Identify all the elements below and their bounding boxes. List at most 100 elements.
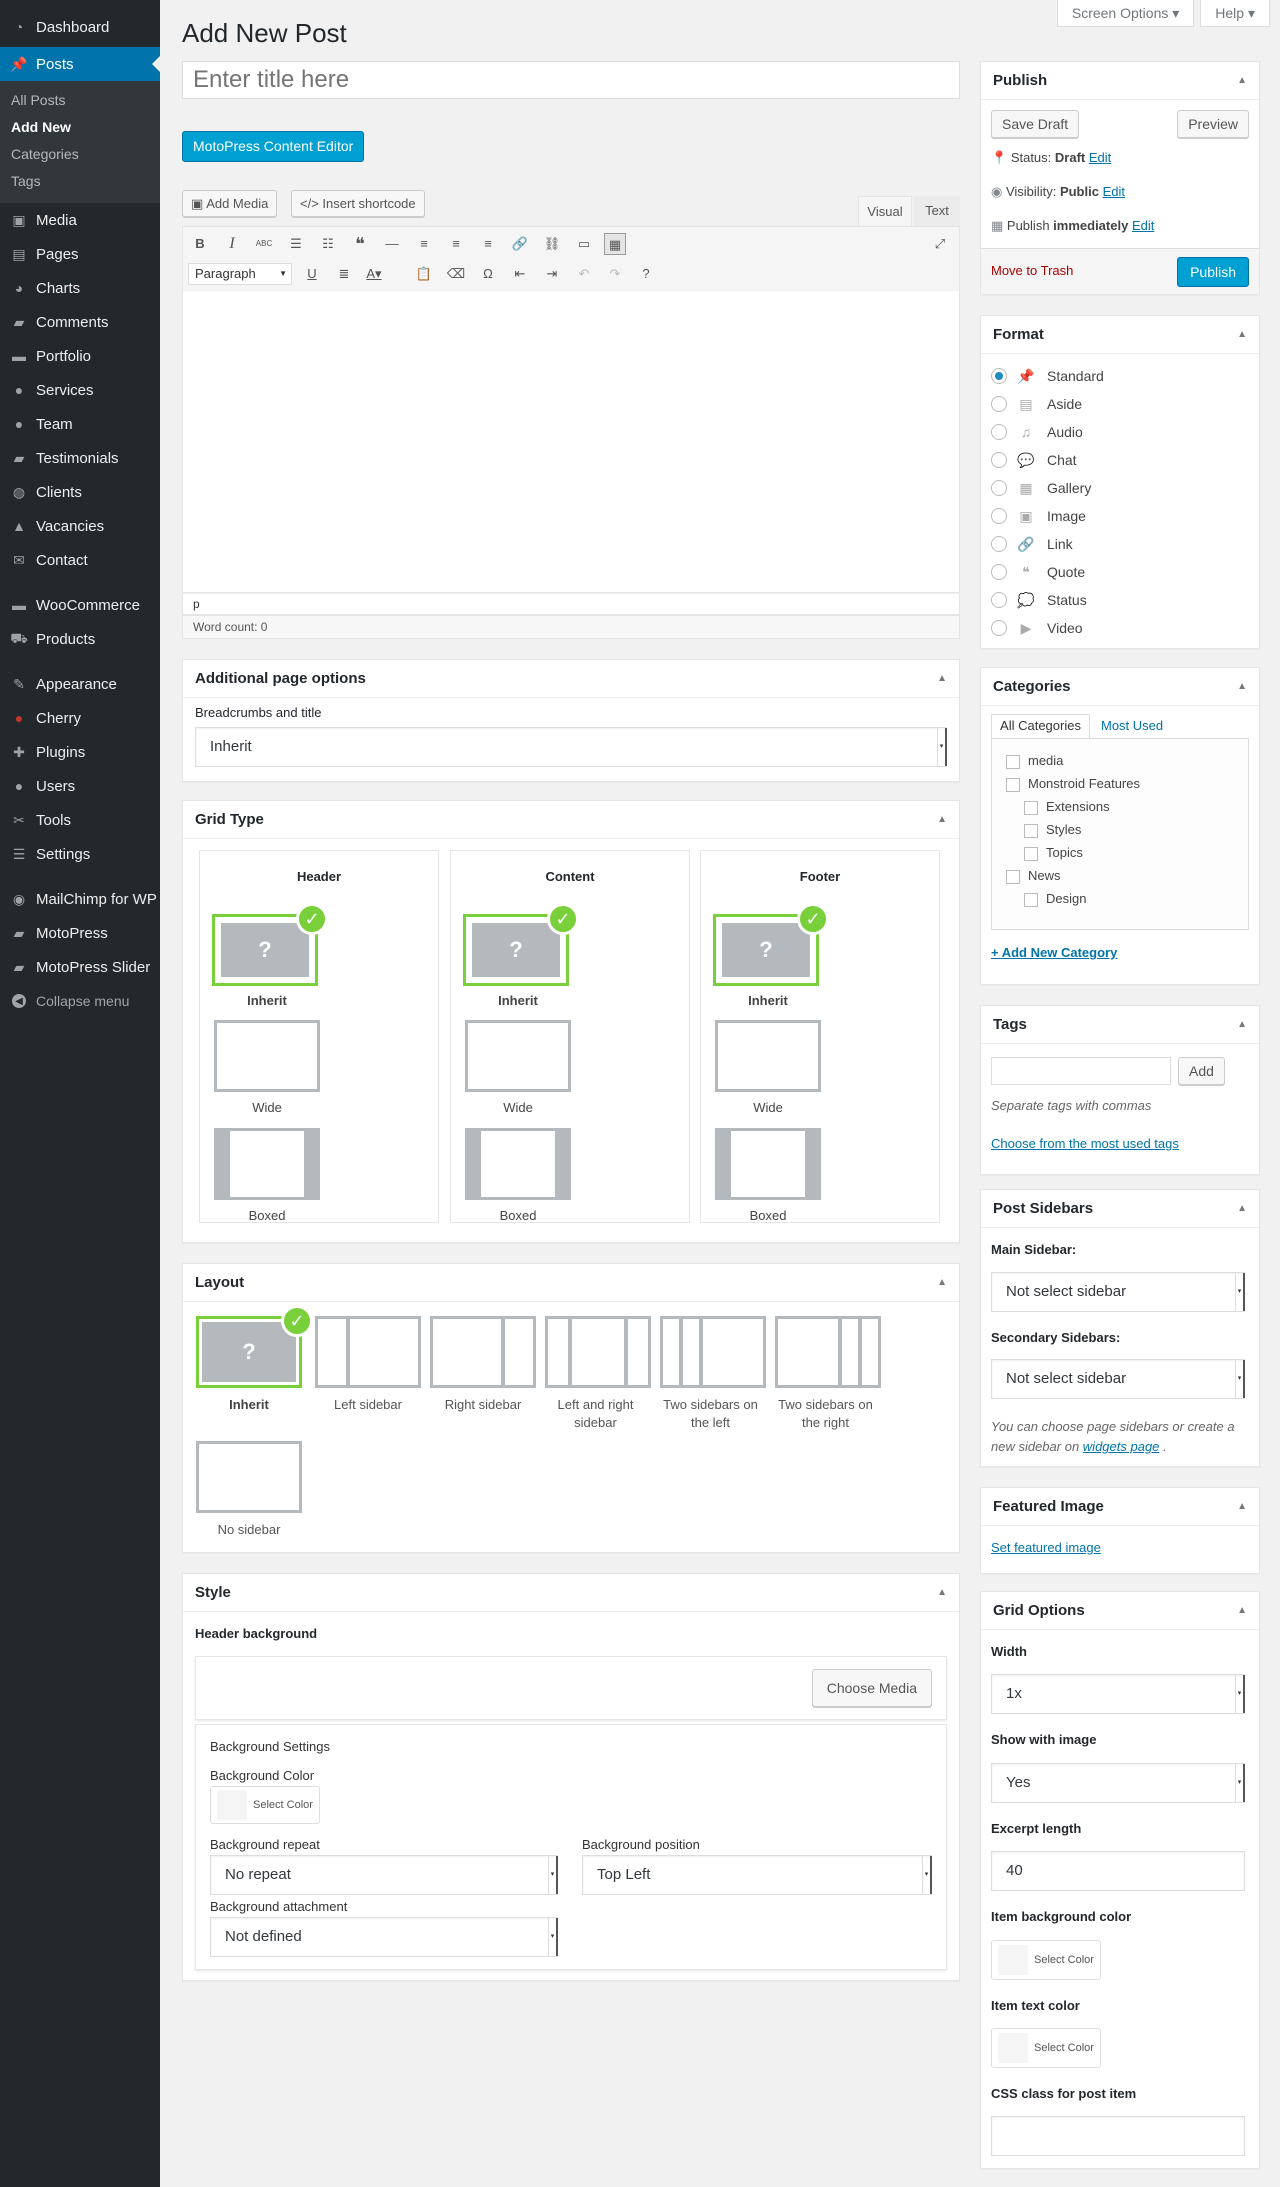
category-item[interactable]: Styles (1006, 818, 1234, 841)
grid-footer-boxed-option[interactable] (715, 1128, 821, 1200)
submenu-all-posts[interactable]: All Posts (0, 87, 160, 114)
width-select[interactable]: 1x ▾ (991, 1674, 1245, 1714)
radio-button[interactable] (991, 536, 1007, 552)
toggle-icon[interactable]: ▲ (937, 1264, 947, 1302)
category-item[interactable]: News (1006, 864, 1234, 887)
toggle-icon[interactable]: ▲ (1237, 1006, 1247, 1044)
justify-icon[interactable]: ≣ (333, 263, 355, 285)
align-left-icon[interactable]: ≡ (413, 233, 435, 255)
format-option-quote[interactable]: ❝ Quote (991, 558, 1104, 586)
menu-comments[interactable]: ▰ Comments (0, 305, 160, 339)
grid-footer-wide-option[interactable] (715, 1020, 821, 1092)
bg-color-picker[interactable]: Select Color (210, 1786, 320, 1824)
menu-tools[interactable]: ✂ Tools (0, 803, 160, 837)
tag-input[interactable] (991, 1057, 1171, 1085)
paragraph-format-select[interactable]: Paragraph ▼ (188, 263, 292, 285)
grid-content-boxed-option[interactable] (465, 1128, 571, 1200)
menu-posts[interactable]: 📌 Posts (0, 47, 160, 81)
menu-clients[interactable]: ◍ Clients (0, 475, 160, 509)
format-option-audio[interactable]: ♫ Audio (991, 418, 1104, 446)
format-option-standard[interactable]: 📌 Standard (991, 362, 1104, 390)
add-tag-button[interactable]: Add (1178, 1057, 1225, 1085)
categories-title[interactable]: Categories ▲ (981, 668, 1259, 706)
screen-options-button[interactable]: Screen Options ▾ (1056, 0, 1195, 27)
main-sidebar-select[interactable]: Not select sidebar ▾ (991, 1272, 1245, 1312)
save-draft-button[interactable]: Save Draft (991, 110, 1080, 138)
toggle-icon[interactable]: ▲ (1237, 668, 1247, 706)
submenu-tags[interactable]: Tags (0, 168, 160, 195)
format-option-link[interactable]: 🔗 Link (991, 530, 1104, 558)
grid-type-title[interactable]: Grid Type ▲ (183, 801, 959, 839)
checkbox[interactable] (1024, 800, 1038, 815)
bg-repeat-select[interactable]: No repeat ▾ (210, 1855, 558, 1895)
link-icon[interactable]: 🔗 (509, 233, 531, 255)
grid-content-wide-option[interactable] (465, 1020, 571, 1092)
post-sidebars-title[interactable]: Post Sidebars ▲ (981, 1190, 1259, 1228)
format-option-aside[interactable]: ▤ Aside (991, 390, 1104, 418)
menu-mailchimp[interactable]: ◉ MailChimp for WP (0, 882, 160, 916)
toggle-icon[interactable]: ▲ (1237, 1488, 1247, 1526)
help-button[interactable]: Help ▾ (1200, 0, 1270, 27)
category-item[interactable]: Extensions (1006, 795, 1234, 818)
edit-status-link[interactable]: Edit (1089, 150, 1111, 165)
grid-options-title[interactable]: Grid Options ▲ (981, 1592, 1259, 1630)
special-char-icon[interactable]: Ω (477, 263, 499, 285)
menu-cherry[interactable]: ● Cherry (0, 701, 160, 735)
category-item[interactable]: Topics (1006, 841, 1234, 864)
publish-title[interactable]: Publish ▲ (981, 62, 1259, 100)
move-to-trash-link[interactable]: Move to Trash (991, 263, 1073, 278)
numbered-list-icon[interactable]: ☷ (317, 233, 339, 255)
layout-left-right-sidebar-option[interactable] (545, 1316, 651, 1388)
radio-button[interactable] (991, 480, 1007, 496)
preview-button[interactable]: Preview (1177, 110, 1249, 138)
format-option-image[interactable]: ▣ Image (991, 502, 1104, 530)
menu-vacancies[interactable]: ▲ Vacancies (0, 509, 160, 543)
breadcrumbs-select[interactable]: Inherit ▾ (195, 727, 947, 767)
italic-icon[interactable]: I (221, 233, 243, 255)
menu-settings[interactable]: ☰ Settings (0, 837, 160, 871)
radio-button[interactable] (991, 368, 1007, 384)
secondary-sidebar-select[interactable]: Not select sidebar ▾ (991, 1359, 1245, 1399)
help-icon[interactable]: ? (635, 263, 657, 285)
radio-button[interactable] (991, 396, 1007, 412)
tab-most-used[interactable]: Most Used (1095, 714, 1163, 738)
blockquote-icon[interactable]: ❝ (349, 233, 371, 255)
grid-header-boxed-option[interactable] (214, 1128, 320, 1200)
featured-image-title[interactable]: Featured Image ▲ (981, 1488, 1259, 1526)
motopress-editor-button[interactable]: MotoPress Content Editor (182, 131, 365, 162)
bullet-list-icon[interactable]: ☰ (285, 233, 307, 255)
format-title[interactable]: Format ▲ (981, 316, 1259, 354)
item-bg-color-picker[interactable]: Select Color (991, 1940, 1101, 1980)
radio-button[interactable] (991, 452, 1007, 468)
checkbox[interactable] (1006, 754, 1020, 769)
menu-testimonials[interactable]: ▰ Testimonials (0, 441, 160, 475)
fullscreen-icon[interactable]: ⤢ (929, 233, 951, 255)
paste-text-icon[interactable]: 📋 (413, 263, 435, 285)
category-item[interactable]: Monstroid Features (1006, 772, 1234, 795)
radio-button[interactable] (991, 424, 1007, 440)
tags-title[interactable]: Tags ▲ (981, 1006, 1259, 1044)
menu-products[interactable]: ⛟ Products (0, 622, 160, 656)
css-class-input[interactable] (991, 2116, 1245, 2156)
toggle-icon[interactable]: ▲ (1237, 1190, 1247, 1228)
format-option-status[interactable]: 💭 Status (991, 586, 1104, 614)
redo-icon[interactable]: ↷ (604, 263, 626, 285)
layout-no-sidebar-option[interactable] (196, 1441, 302, 1513)
publish-button[interactable]: Publish (1177, 257, 1249, 287)
insert-shortcode-button[interactable]: </> Insert shortcode (291, 190, 425, 217)
menu-portfolio[interactable]: ▬ Portfolio (0, 339, 160, 373)
toggle-icon[interactable]: ▲ (1237, 1592, 1247, 1630)
toggle-icon[interactable]: ▲ (937, 801, 947, 839)
toggle-icon[interactable]: ▲ (937, 660, 947, 698)
add-media-button[interactable]: ▣ Add Media (182, 190, 278, 217)
format-option-chat[interactable]: 💬 Chat (991, 446, 1104, 474)
add-new-category-link[interactable]: + Add New Category (991, 945, 1117, 960)
bold-icon[interactable]: B (189, 233, 211, 255)
menu-team[interactable]: ● Team (0, 407, 160, 441)
menu-pages[interactable]: ▤ Pages (0, 237, 160, 271)
checkbox[interactable] (1006, 777, 1020, 792)
menu-services[interactable]: ● Services (0, 373, 160, 407)
menu-woocommerce[interactable]: ▬ WooCommerce (0, 588, 160, 622)
text-color-icon[interactable]: A▾ (363, 263, 385, 285)
layout-two-right-option[interactable] (775, 1316, 881, 1388)
